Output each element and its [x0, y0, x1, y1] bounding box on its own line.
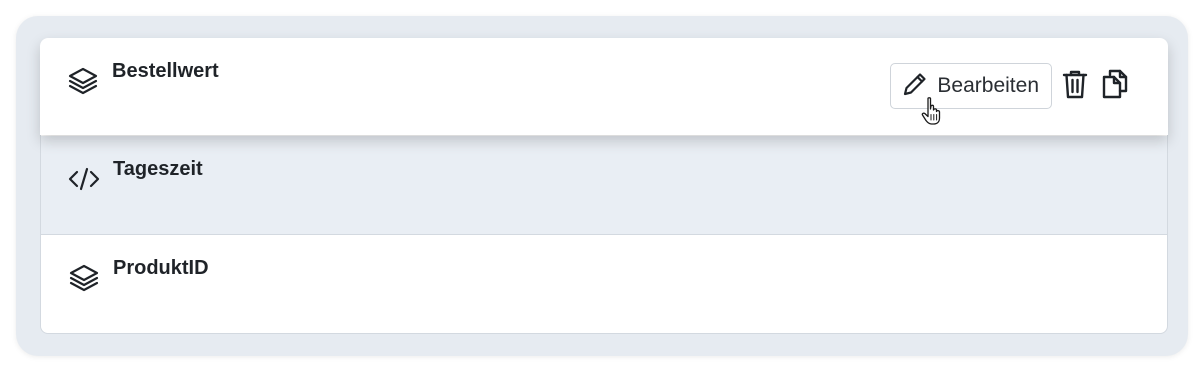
- variable-list: Bestellwert Bearbeiten Tageszeit Produkt…: [40, 38, 1168, 334]
- code-icon: [67, 162, 101, 196]
- list-item-bestellwert[interactable]: Bestellwert Bearbeiten: [40, 38, 1168, 135]
- list-item-tageszeit[interactable]: Tageszeit: [41, 136, 1167, 235]
- hand-cursor-icon: [920, 96, 946, 131]
- edit-button-label: Bearbeiten: [937, 74, 1039, 97]
- list-item-label: Tageszeit: [113, 158, 203, 180]
- trash-icon: [1061, 68, 1089, 105]
- list-item-produktid[interactable]: ProduktID: [41, 235, 1167, 333]
- list-item-label: ProduktID: [113, 257, 209, 279]
- delete-button[interactable]: [1058, 66, 1092, 106]
- outer-panel: Bestellwert Bearbeiten Tageszeit Produkt…: [16, 16, 1188, 356]
- edit-button[interactable]: Bearbeiten: [890, 63, 1052, 109]
- copy-icon: [1101, 68, 1129, 105]
- list-item-label: Bestellwert: [112, 60, 219, 82]
- copy-button[interactable]: [1098, 66, 1132, 106]
- layers-icon: [67, 261, 101, 295]
- layers-icon: [66, 64, 100, 98]
